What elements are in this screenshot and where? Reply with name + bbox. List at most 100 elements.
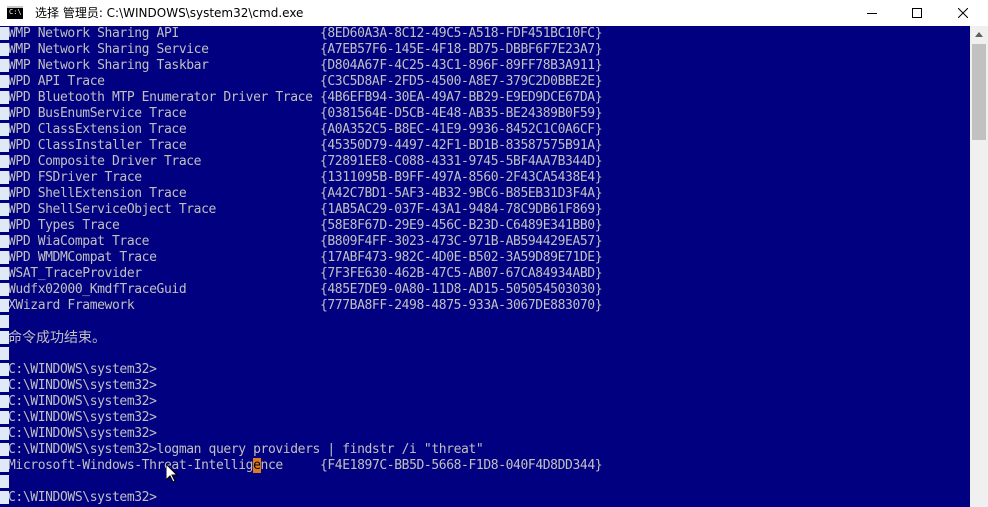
provider-row: WPD FSDriver Trace {1311095B-B9FF-497A-8… [8, 170, 603, 186]
desktop-icon-fragment [0, 251, 9, 264]
provider-name: WMP Network Sharing Service [8, 42, 209, 57]
provider-row: WPD WiaCompat Trace {B809F4FF-3023-473C-… [8, 234, 603, 250]
desktop-icon-fragment [0, 315, 9, 328]
provider-name: WPD ShellServiceObject Trace [8, 202, 216, 217]
provider-guid: {A0A352C5-B8EC-41E9-9936-8452C1C0A6CF} [319, 122, 603, 137]
desktop-icon-fragment [0, 459, 9, 472]
desktop-icon-fragment [0, 347, 9, 360]
provider-row: Wudfx02000_KmdfTraceGuid {485E7DE9-0A80-… [8, 282, 603, 298]
provider-row: XWizard Framework {777BA8FF-2498-4875-93… [8, 298, 603, 314]
desktop-icon-fragment [0, 363, 9, 376]
desktop-icon-fragment [0, 427, 9, 440]
provider-guid: {1311095B-B9FF-497A-8560-2F43CA5438E4} [319, 170, 603, 185]
provider-row: WPD Types Trace {58E8F67D-29E9-456C-B23D… [8, 218, 603, 234]
provider-name: WSAT_TraceProvider [8, 266, 142, 281]
desktop-icon-fragment [0, 491, 9, 504]
provider-name: WPD BusEnumService Trace [8, 106, 187, 121]
provider-guid: {485E7DE9-0A80-11D8-AD15-505054503030} [319, 282, 603, 297]
title-bar[interactable]: C:\ 选择 管理员: C:\WINDOWS\system32\cmd.exe [0, 0, 988, 26]
provider-name: WPD Bluetooth MTP Enumerator Driver Trac… [8, 90, 313, 105]
provider-guid: {8ED60A3A-8C12-49C5-A518-FDF451BC10FC} [319, 26, 603, 41]
close-button[interactable] [940, 0, 986, 26]
provider-guid: {17ABF473-982C-4D0E-B502-3A59D89E71DE} [319, 250, 603, 265]
desktop-icon-fragment [0, 475, 9, 488]
command-prompt: C:\WINDOWS\system32> [8, 426, 157, 441]
success-message-line: 命令成功结束。 [8, 330, 602, 346]
provider-row: WMP Network Sharing API {8ED60A3A-8C12-4… [8, 26, 603, 42]
provider-row: WSAT_TraceProvider {7F3FE630-462B-47C5-A… [8, 266, 603, 282]
desktop-icon-fragment [0, 203, 9, 216]
text-selection: e [253, 458, 261, 473]
provider-row: WPD API Trace {C3C5D8AF-2FD5-4500-A8E7-3… [8, 74, 603, 90]
provider-row: WMP Network Sharing Taskbar {D804A67F-4C… [8, 58, 603, 74]
provider-name: WPD Composite Driver Trace [8, 154, 202, 169]
vertical-scrollbar[interactable] [970, 26, 988, 507]
provider-guid: {A7EB57F6-145E-4F18-BD75-DBBF6F7E23A7} [319, 42, 603, 57]
provider-row: WPD Composite Driver Trace {72891EE8-C08… [8, 154, 603, 170]
command-prompt: C:\WINDOWS\system32> [8, 378, 157, 393]
desktop-icon-fragment [0, 27, 9, 40]
provider-row: WPD ClassInstaller Trace {45350D79-4497-… [8, 138, 603, 154]
provider-guid: {72891EE8-C088-4331-9745-5BF4AA7B344D} [319, 154, 603, 169]
desktop-icon-fragment [0, 267, 9, 280]
provider-name: WPD WMDMCompat Trace [8, 250, 157, 265]
desktop-icon-fragment [0, 379, 9, 392]
desktop-icon-fragment [0, 155, 9, 168]
provider-name: WMP Network Sharing API [8, 26, 179, 41]
provider-name: WPD ClassInstaller Trace [8, 138, 187, 153]
desktop-icon-fragment [0, 411, 9, 424]
background-desktop-edge [0, 26, 9, 507]
mouse-pointer-icon [166, 464, 178, 483]
minimize-icon [867, 13, 877, 14]
provider-name: WPD ClassExtension Trace [8, 122, 187, 137]
desktop-icon-fragment [0, 123, 9, 136]
provider-row: WPD ShellExtension Trace {A42C7BD1-5AF3-… [8, 186, 603, 202]
provider-guid: {4B6EFB94-30EA-49A7-BB29-E9ED9DCE67DA} [319, 90, 603, 105]
provider-guid: {777BA8FF-2498-4875-933A-3067DE883070} [319, 298, 603, 313]
provider-guid: {1AB5AC29-037F-43A1-9484-78C9DB61F869} [319, 202, 603, 217]
desktop-icon-fragment [0, 187, 9, 200]
prompt-line: C:\WINDOWS\system32> [8, 394, 602, 410]
scrollbar-thumb[interactable] [972, 44, 986, 140]
console-area[interactable]: WMP Network Sharing API {8ED60A3A-8C12-4… [0, 26, 970, 507]
command-prompt: C:\WINDOWS\system32> [8, 362, 157, 377]
command-text: logman query providers | findstr /i "thr… [156, 442, 484, 457]
prompt-line: C:\WINDOWS\system32> [8, 426, 602, 442]
maximize-button[interactable] [894, 0, 940, 26]
provider-guid: {7F3FE630-462B-47C5-AB07-67CA84934ABD} [319, 266, 603, 281]
console-output[interactable]: WMP Network Sharing API {8ED60A3A-8C12-4… [8, 26, 603, 506]
provider-row: WPD WMDMCompat Trace {17ABF473-982C-4D0E… [8, 250, 603, 266]
desktop-icon-fragment [0, 219, 9, 232]
minimize-button[interactable] [849, 0, 895, 26]
desktop-icon-fragment [0, 443, 9, 456]
final-prompt-line: C:\WINDOWS\system32> [8, 490, 602, 506]
cmd-app-icon[interactable]: C:\ [7, 6, 23, 19]
provider-row: WPD ShellServiceObject Trace {1AB5AC29-0… [8, 202, 603, 218]
desktop-icon-fragment [0, 331, 9, 344]
provider-guid: {45350D79-4497-42F1-BD1B-83587575B91A} [319, 138, 603, 153]
maximize-icon [912, 8, 922, 18]
command-prompt: C:\WINDOWS\system32> [8, 394, 157, 409]
desktop-icon-fragment [0, 283, 9, 296]
prompt-line: C:\WINDOWS\system32> [8, 378, 602, 394]
provider-guid: {A42C7BD1-5AF3-4B32-9BC6-B85EB31D3F4A} [319, 186, 603, 201]
result-guid: {F4E1897C-BB5D-5668-F1D8-040F4D8DD344} [319, 458, 603, 473]
provider-row: WPD BusEnumService Trace {0381564E-D5CB-… [8, 106, 603, 122]
provider-row: WPD Bluetooth MTP Enumerator Driver Trac… [8, 90, 603, 106]
prompt-line: C:\WINDOWS\system32> [8, 362, 602, 378]
desktop-icon-fragment [0, 75, 9, 88]
command-line: C:\WINDOWS\system32>logman query provide… [8, 442, 602, 458]
desktop-icon-fragment [0, 91, 9, 104]
scroll-up-button[interactable] [970, 26, 988, 43]
provider-guid: {0381564E-D5CB-4E48-AB35-BE24389B0F59} [319, 106, 603, 121]
provider-row: WMP Network Sharing Service {A7EB57F6-14… [8, 42, 603, 58]
close-icon [958, 8, 968, 18]
command-prompt: C:\WINDOWS\system32> [8, 410, 157, 425]
success-message: 命令成功结束。 [8, 330, 106, 346]
desktop-icon-fragment [0, 395, 9, 408]
desktop-icon-fragment [0, 139, 9, 152]
provider-guid: {C3C5D8AF-2FD5-4500-A8E7-379C2D0BBE2E} [319, 74, 603, 89]
